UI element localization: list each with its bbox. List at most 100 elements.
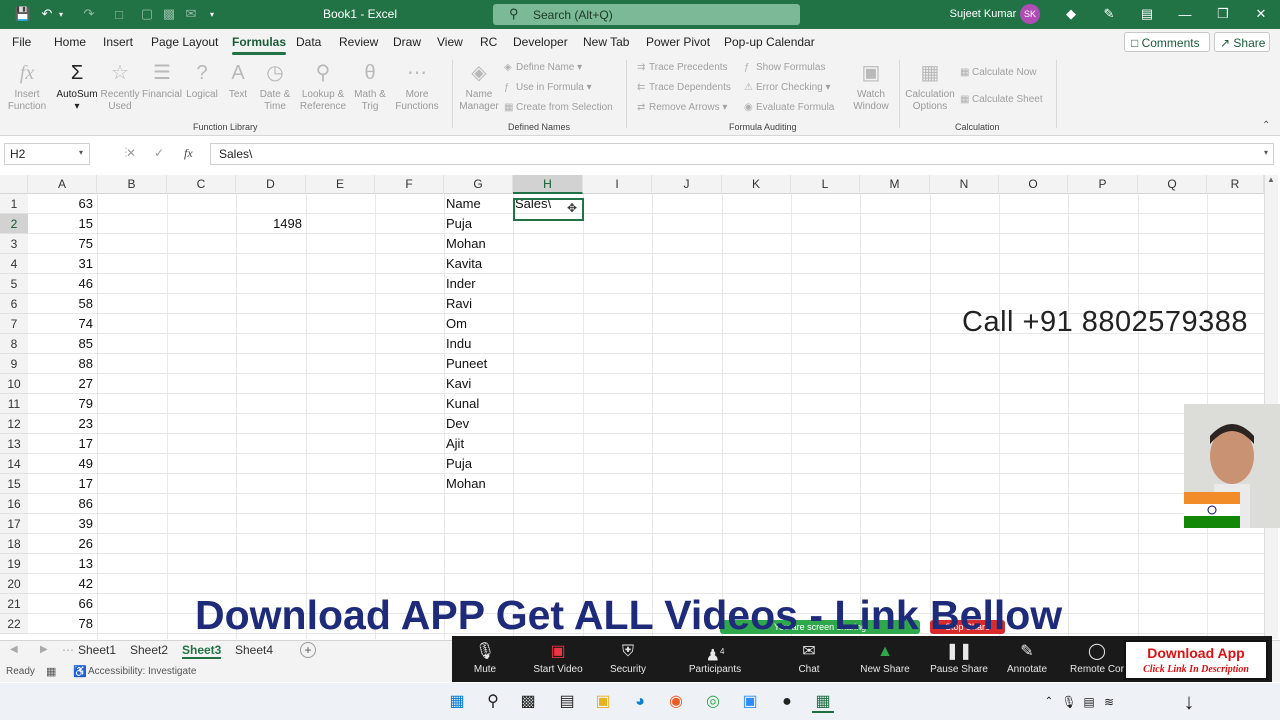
remove-arrows-button[interactable]: ⇄ Remove Arrows ▾ (637, 102, 727, 113)
cell-g15[interactable]: Mohan (446, 474, 509, 494)
firefox-icon[interactable]: ◉ (665, 691, 687, 713)
chrome-icon[interactable]: ◎ (702, 691, 724, 713)
widgets-icon[interactable]: ▤ (556, 691, 578, 713)
calculate-now-button[interactable]: ▦ Calculate Now (960, 67, 1036, 78)
sheet-tab-sheet2[interactable]: Sheet2 (130, 643, 168, 657)
obs-icon[interactable]: ● (776, 691, 798, 713)
cell-g12[interactable]: Dev (446, 414, 509, 434)
prev-sheet-icon[interactable]: ◀ (10, 644, 18, 655)
name-box[interactable]: H2 ▾ (4, 143, 90, 165)
ribbon-display-icon[interactable]: ▤ (1138, 5, 1156, 23)
worksheet-grid[interactable]: ABCDEFGHIJKLMNOPQR 1 2 3 4 5 6 7 8 9 10 11 12 13 14 15… (0, 175, 1264, 639)
cell-a21[interactable]: 66 (30, 594, 93, 614)
save-icon[interactable]: 💾 (14, 5, 32, 23)
chat-button[interactable]: ✉ Chat (776, 640, 842, 675)
collapse-ribbon-icon[interactable]: ⌃ (1262, 120, 1270, 131)
column-header-c[interactable]: C (167, 175, 236, 194)
watch-window-button[interactable]: ▣ Watch Window (846, 60, 896, 113)
cell-a19[interactable]: 13 (30, 554, 93, 574)
macro-record-icon[interactable]: ▦ (46, 665, 56, 678)
cell-g2[interactable]: Puja (446, 214, 509, 234)
pause-share-button[interactable]: ❚❚ Pause Share (926, 640, 992, 675)
column-header-a[interactable]: A (28, 175, 97, 194)
math-trig-button[interactable]: θ Math & Trig (345, 60, 395, 113)
pen-icon[interactable]: ✎ (1100, 5, 1118, 23)
error-checking-button[interactable]: ⚠ Error Checking ▾ (744, 82, 831, 93)
tab-popup-calendar[interactable]: Pop-up Calendar (724, 35, 815, 49)
row-header-11[interactable]: 11 (0, 394, 28, 414)
cell-g14[interactable]: Puja (446, 454, 509, 474)
row-header-19[interactable]: 19 (0, 554, 28, 574)
column-header-r[interactable]: R (1207, 175, 1264, 194)
insert-function-button[interactable]: fx Insert Function (2, 60, 52, 113)
undo-dropdown-icon[interactable]: ▾ (56, 5, 66, 23)
add-sheet-icon[interactable]: + (300, 642, 316, 658)
cancel-icon[interactable]: ✕ (126, 146, 136, 160)
cell-a15[interactable]: 17 (30, 474, 93, 494)
column-header-h[interactable]: H (513, 175, 583, 194)
new-icon[interactable]: □ (110, 5, 128, 23)
cell-g6[interactable]: Ravi (446, 294, 509, 314)
tab-view[interactable]: View (437, 35, 463, 49)
share-button[interactable]: ↗ Share (1214, 32, 1270, 52)
tray-network-icon[interactable]: ▤ (1078, 691, 1100, 713)
row-header-14[interactable]: 14 (0, 454, 28, 474)
cell-a3[interactable]: 75 (30, 234, 93, 254)
cell-a4[interactable]: 31 (30, 254, 93, 274)
cell-a17[interactable]: 39 (30, 514, 93, 534)
customize-qat-icon[interactable]: ▾ (206, 5, 218, 23)
tab-file[interactable]: File (12, 35, 31, 49)
tray-wifi-icon[interactable]: ≋ (1098, 691, 1120, 713)
column-header-m[interactable]: M (860, 175, 930, 194)
cell-a9[interactable]: 88 (30, 354, 93, 374)
cell-a18[interactable]: 26 (30, 534, 93, 554)
cell-g9[interactable]: Puneet (446, 354, 509, 374)
cell-g11[interactable]: Kunal (446, 394, 509, 414)
sheet-tab-sheet1[interactable]: Sheet1 (78, 643, 116, 657)
accessibility-icon[interactable]: ♿ (73, 665, 87, 678)
create-from-selection-button[interactable]: ▦ Create from Selection (504, 102, 613, 113)
column-header-l[interactable]: L (791, 175, 860, 194)
scroll-up-icon[interactable]: ▲ (1267, 175, 1275, 184)
row-header-2[interactable]: 2 (0, 214, 28, 234)
date-time-button[interactable]: ◷ Date & Time (250, 60, 300, 113)
row-header-5[interactable]: 5 (0, 274, 28, 294)
tab-insert[interactable]: Insert (103, 35, 133, 49)
row-header-22[interactable]: 22 (0, 614, 28, 634)
zoom-icon[interactable]: ▣ (739, 691, 761, 713)
column-header-q[interactable]: Q (1138, 175, 1207, 194)
row-header-16[interactable]: 16 (0, 494, 28, 514)
enter-icon[interactable]: ✓ (154, 146, 164, 160)
trace-dependents-button[interactable]: ⇇ Trace Dependents (637, 82, 731, 93)
use-in-formula-button[interactable]: ƒ Use in Formula ▾ (504, 82, 592, 93)
active-cell-selection[interactable]: ✥ (513, 198, 584, 221)
print-icon[interactable]: ▩ (160, 5, 178, 23)
start-video-button[interactable]: ▣ Start Video (525, 640, 591, 675)
cell-g3[interactable]: Mohan (446, 234, 509, 254)
task-view-icon[interactable]: ▩ (517, 691, 539, 713)
file-explorer-icon[interactable]: ▣ (592, 691, 614, 713)
tab-draw[interactable]: Draw (393, 35, 421, 49)
avatar[interactable]: SK (1020, 4, 1040, 24)
comments-button[interactable]: □ Comments (1124, 32, 1210, 52)
tab-new-tab[interactable]: New Tab (583, 35, 629, 49)
cell-a2[interactable]: 15 (30, 214, 93, 234)
cell-a12[interactable]: 23 (30, 414, 93, 434)
cell-g7[interactable]: Om (446, 314, 509, 334)
next-sheet-icon[interactable]: ▶ (40, 644, 48, 655)
restore-icon[interactable]: ❐ (1214, 5, 1232, 23)
excel-icon[interactable]: ▦ (812, 691, 834, 713)
tray-chevron-icon[interactable]: ⌃ (1038, 691, 1060, 713)
column-header-p[interactable]: P (1068, 175, 1138, 194)
cell-g10[interactable]: Kavi (446, 374, 509, 394)
search-icon[interactable]: ⚲ (482, 691, 504, 713)
tab-formulas[interactable]: Formulas (232, 35, 287, 55)
mute-button[interactable]: 🎙 Mute (452, 640, 518, 675)
column-header-k[interactable]: K (722, 175, 791, 194)
cell-d2[interactable]: 1498 (238, 214, 302, 234)
tab-power-pivot[interactable]: Power Pivot (646, 35, 710, 49)
row-header-4[interactable]: 4 (0, 254, 28, 274)
email-icon[interactable]: ✉ (182, 5, 200, 23)
column-header-n[interactable]: N (930, 175, 999, 194)
accessibility-status[interactable]: Accessibility: Investigate (88, 666, 196, 677)
